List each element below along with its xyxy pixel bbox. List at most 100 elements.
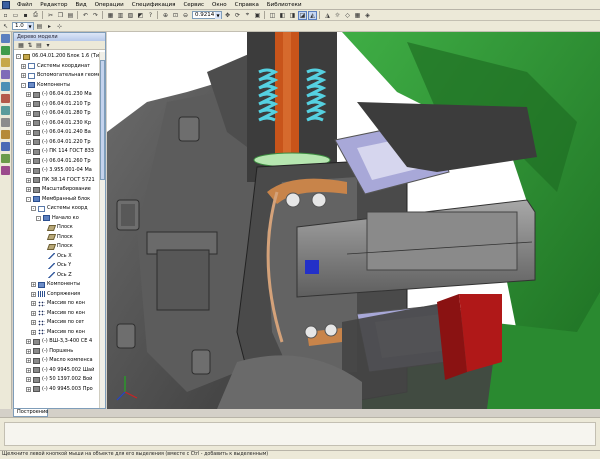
tree-item[interactable]: + (-) 06.04.01.230 Кр [14,119,101,129]
mates-icon[interactable] [1,70,10,79]
expand-icon[interactable]: + [26,177,31,183]
expand-icon[interactable]: + [26,358,31,364]
expand-icon[interactable]: + [31,329,36,335]
tree-item[interactable]: Плоск [14,223,101,233]
undo-icon[interactable]: ↶ [81,11,90,20]
measure-tool-icon[interactable] [1,106,10,115]
save-icon[interactable]: ▪ [21,11,30,20]
menu-service[interactable]: Сервис [179,0,208,10]
tree-item[interactable]: + (-) 06.04.01.240 Ва [14,128,101,138]
tree-structure-icon[interactable]: ▦ [17,41,25,49]
orient-icon[interactable]: ⌖ [243,11,252,20]
tree-item[interactable]: - Системы коорд [14,204,101,214]
collapse-icon[interactable]: - [31,206,36,212]
new-document-icon[interactable]: ▫ [1,11,10,20]
open-folder-icon[interactable]: ▭ [11,11,20,20]
hidden-lines-icon[interactable]: ◧ [278,11,287,20]
tree-item[interactable]: + (-) 40 9945.003 Про [14,385,101,395]
tree-item[interactable]: - Мембранный блок [14,195,101,205]
collapse-icon[interactable]: - [16,54,21,60]
tree-item[interactable]: + Компоненты [14,280,101,290]
expand-icon[interactable]: + [26,158,31,164]
tree-item[interactable]: + Массив по кон [14,328,101,338]
tree-view-icon[interactable]: ▤ [35,41,43,49]
snap-icon[interactable]: ◈ [363,11,372,20]
expand-icon[interactable]: + [21,73,26,79]
arrow-icon[interactable]: ↖ [1,22,10,31]
light-icon[interactable]: ☼ [333,11,342,20]
expand-icon[interactable]: + [26,377,31,383]
tree-item[interactable]: + (-) 40 9945.002 Шай [14,366,101,376]
expand-icon[interactable]: + [26,149,31,155]
tree-item[interactable]: Плоск [14,242,101,252]
paste-icon[interactable]: ▤ [66,11,75,20]
zoom-combo[interactable]: 0.9214 ▼ [192,11,222,19]
expand-icon[interactable]: + [26,386,31,392]
shaded-edges-icon[interactable]: ◪ [298,10,307,20]
expand-icon[interactable]: + [31,310,36,316]
tree-item[interactable]: + (-) Масло компенса [14,356,101,366]
elements-icon[interactable] [1,154,10,163]
help-icon[interactable]: ? [146,11,155,20]
library-icon[interactable]: ▥ [116,11,125,20]
collapse-icon[interactable]: - [21,82,26,88]
tree-item[interactable]: Ось Y [14,261,101,271]
expand-icon[interactable]: + [26,168,31,174]
tree-item[interactable]: + (-) 50 1397.002 Вой [14,375,101,385]
tools-icon[interactable] [1,166,10,175]
zoom-window-icon[interactable]: ⊡ [171,11,180,20]
redo-icon[interactable]: ↷ [91,11,100,20]
collapse-icon[interactable]: - [26,196,31,202]
print-icon[interactable]: ⎙ [31,11,40,20]
filter-tool-icon[interactable] [1,118,10,127]
properties-icon[interactable]: ▦ [106,11,115,20]
grid-icon[interactable]: ▦ [353,11,362,20]
expand-icon[interactable]: + [26,92,31,98]
tree-item[interactable]: - 06.04.01.200 Блок 1.6 (Тип-2) [14,52,101,62]
menu-help[interactable]: Справка [231,0,263,10]
menu-operations[interactable]: Операции [91,0,128,10]
expand-icon[interactable]: + [31,301,36,307]
expand-icon[interactable]: + [26,101,31,107]
expand-icon[interactable]: + [21,63,26,69]
scale-combo[interactable]: 1.0 ▼ [12,22,34,30]
tree-item[interactable]: + Масштабирование [14,185,101,195]
zoom-in-icon[interactable]: ⊕ [161,11,170,20]
wireframe-icon[interactable]: ◫ [268,11,277,20]
properties-field[interactable] [4,422,596,446]
model-viewport[interactable] [107,32,600,409]
menu-edit[interactable]: Редактор [36,0,71,10]
tree-scrollbar-thumb[interactable] [100,60,105,180]
section-icon[interactable]: ◮ [323,11,332,20]
pan-icon[interactable]: ✥ [223,11,232,20]
menu-window[interactable]: Окно [208,0,231,10]
expand-icon[interactable]: + [31,320,36,326]
collapse-icon[interactable]: - [36,215,41,221]
tree-item[interactable]: + Системы координат [14,62,101,72]
tree-scrollbar[interactable] [99,52,105,408]
tree-item[interactable]: + Массив по кон [14,309,101,319]
cut-icon[interactable]: ✂ [46,11,55,20]
tree-item[interactable]: + (-) ПК 114 ГОСТ 833 [14,147,101,157]
tree-item[interactable]: - Компоненты [14,81,101,91]
menu-libraries[interactable]: Библиотеки [263,0,306,10]
menu-view[interactable]: Вид [71,0,90,10]
filter-icon[interactable]: ◇ [343,11,352,20]
step-icon[interactable]: ▸ [45,22,54,31]
tree-item[interactable]: + Массив по сет [14,318,101,328]
tab-build[interactable]: Построение [13,409,48,417]
expand-icon[interactable]: + [26,139,31,145]
perspective-icon[interactable]: ◭ [308,10,317,20]
tree-item[interactable]: + (-) 06.04.01.260 Тр [14,157,101,167]
expand-icon[interactable]: + [26,367,31,373]
tree-item[interactable]: Плоск [14,233,101,243]
expand-icon[interactable]: + [26,130,31,136]
zoom-out-icon[interactable]: ⊖ [181,11,190,20]
expand-icon[interactable]: + [26,339,31,345]
expand-icon[interactable]: + [26,120,31,126]
expand-icon[interactable]: + [31,291,36,297]
tree-sort-icon[interactable]: ⇅ [26,41,34,49]
surfaces-icon[interactable] [1,82,10,91]
view-icon[interactable]: ▣ [253,11,262,20]
expand-icon[interactable]: + [26,348,31,354]
